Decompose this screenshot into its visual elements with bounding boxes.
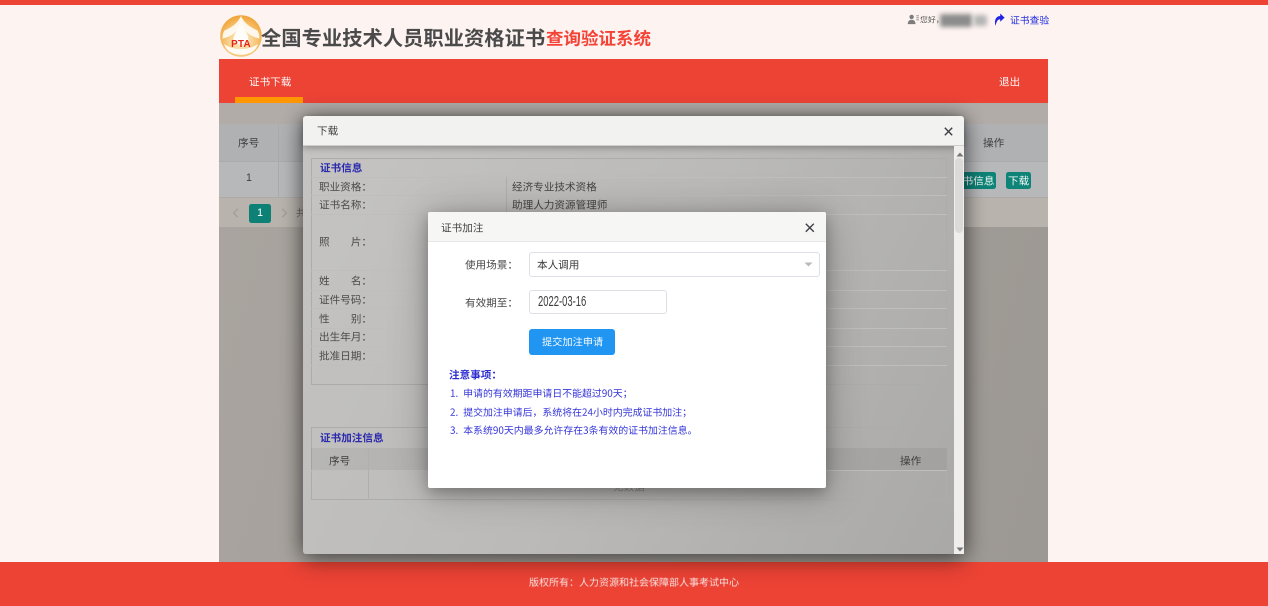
svg-text:PTA: PTA (231, 39, 251, 50)
